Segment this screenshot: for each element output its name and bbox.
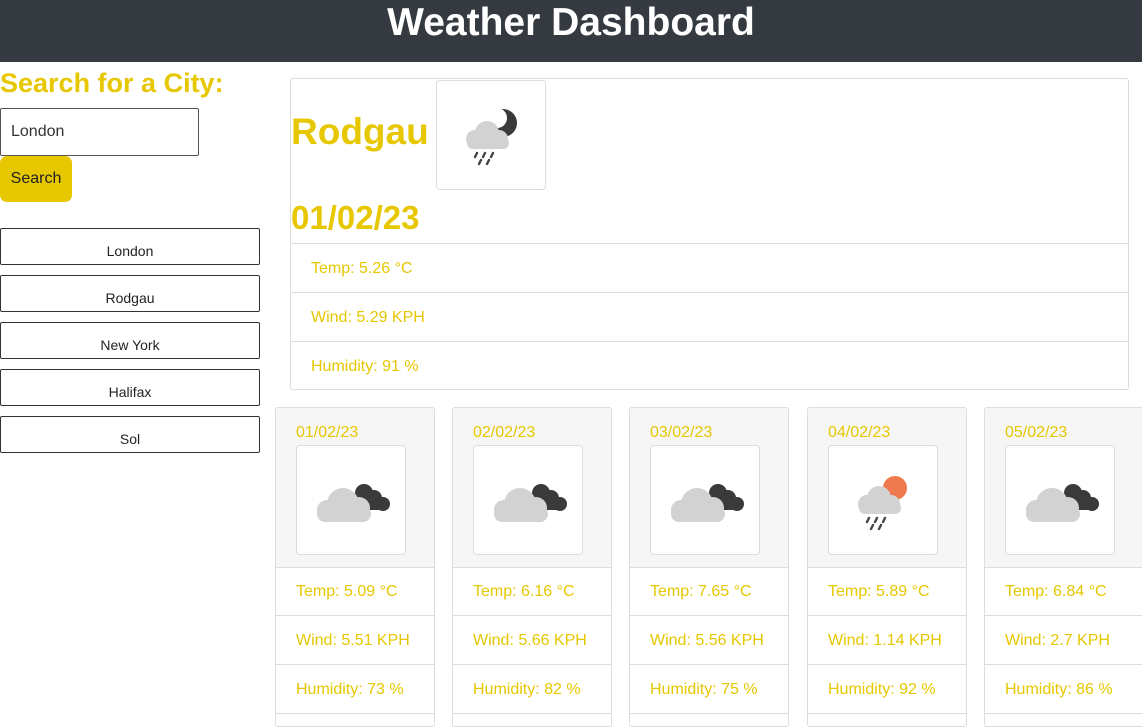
forecast-humidity: Humidity: 86 % xyxy=(985,665,1142,714)
forecast-card-header: 04/02/23 xyxy=(808,408,966,568)
forecast-card: 01/02/23 Temp: 5.09 °C Wind: 5.51 KPH Hu… xyxy=(275,407,435,727)
forecast-wind: Wind: 5.66 KPH xyxy=(453,616,611,665)
forecast-date: 03/02/23 xyxy=(650,424,713,441)
current-date: 01/02/23 xyxy=(291,199,420,236)
forecast-temp: Temp: 7.65 °C xyxy=(630,567,788,616)
cloud-moon-icon xyxy=(1005,445,1115,555)
forecast-card: 04/02/23 Temp: 5.89 °C Wind: 1.14 KPH Hu… xyxy=(807,407,967,727)
city-search-input[interactable] xyxy=(0,108,199,156)
forecast-wind: Wind: 5.56 KPH xyxy=(630,616,788,665)
forecast-card-header: 01/02/23 xyxy=(276,408,434,568)
forecast-wind: Wind: 1.14 KPH xyxy=(808,616,966,665)
forecast-humidity: Humidity: 73 % xyxy=(276,665,434,714)
current-wind: Wind: 5.29 KPH xyxy=(291,292,1128,341)
current-city-name: Rodgau xyxy=(291,111,429,152)
forecast-date: 02/02/23 xyxy=(473,424,536,441)
history-button-rodgau[interactable]: Rodgau xyxy=(0,275,260,312)
current-temp: Temp: 5.26 °C xyxy=(291,243,1128,292)
search-button[interactable]: Search xyxy=(0,156,72,202)
forecast-date: 01/02/23 xyxy=(296,424,359,441)
forecast-card-header: 05/02/23 xyxy=(985,408,1142,568)
forecast-card: 02/02/23 Temp: 6.16 °C Wind: 5.66 KPH Hu… xyxy=(452,407,612,727)
cloud-rain-moon-icon xyxy=(436,80,546,190)
history-button-london[interactable]: London xyxy=(0,228,260,265)
page-title: Weather Dashboard xyxy=(387,1,755,44)
forecast-date: 05/02/23 xyxy=(1005,424,1068,441)
forecast-card: 05/02/23 Temp: 6.84 °C Wind: 2.7 KPH Hum… xyxy=(984,407,1142,727)
forecast-wind: Wind: 2.7 KPH xyxy=(985,616,1142,665)
history-button-sol[interactable]: Sol xyxy=(0,416,260,453)
forecast-temp: Temp: 5.89 °C xyxy=(808,567,966,616)
history-button-new-york[interactable]: New York xyxy=(0,322,260,359)
forecast-temp: Temp: 5.09 °C xyxy=(276,567,434,616)
cloud-moon-icon xyxy=(473,445,583,555)
forecast-wind: Wind: 5.51 KPH xyxy=(276,616,434,665)
search-history: London Rodgau New York Halifax Sol xyxy=(0,228,260,463)
forecast-card: 03/02/23 Temp: 7.65 °C Wind: 5.56 KPH Hu… xyxy=(629,407,789,727)
cloud-moon-icon xyxy=(650,445,760,555)
forecast-temp: Temp: 6.84 °C xyxy=(985,567,1142,616)
forecast-humidity: Humidity: 92 % xyxy=(808,665,966,714)
forecast-humidity: Humidity: 82 % xyxy=(453,665,611,714)
cloud-moon-icon xyxy=(296,445,406,555)
search-heading: Search for a City: xyxy=(0,68,224,98)
navbar: Weather Dashboard xyxy=(0,0,1142,62)
history-button-halifax[interactable]: Halifax xyxy=(0,369,260,406)
forecast-card-header: 03/02/23 xyxy=(630,408,788,568)
forecast-date: 04/02/23 xyxy=(828,424,891,441)
forecast-temp: Temp: 6.16 °C xyxy=(453,567,611,616)
current-humidity: Humidity: 91 % xyxy=(291,341,1128,390)
cloud-rain-sun-icon xyxy=(828,445,938,555)
current-weather-card: Rodgau 01/02/23 Temp: 5.26 °C Wind: 5.29… xyxy=(290,78,1129,390)
forecast-humidity: Humidity: 75 % xyxy=(630,665,788,714)
forecast-card-header: 02/02/23 xyxy=(453,408,611,568)
